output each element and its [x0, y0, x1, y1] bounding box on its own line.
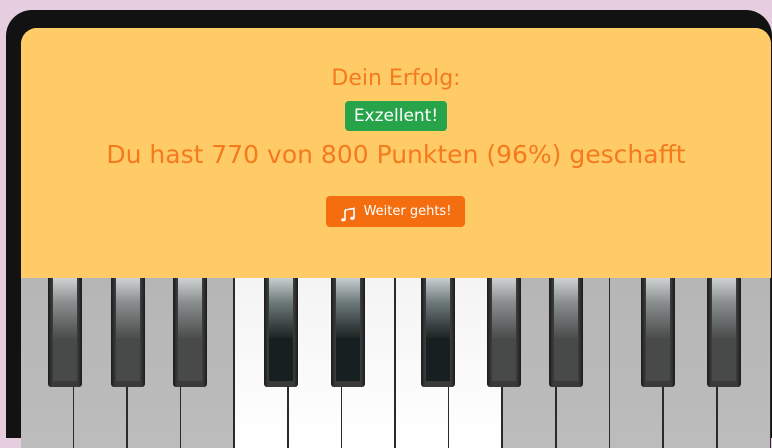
result-headline: Dein Erfolg:: [331, 66, 461, 91]
black-key[interactable]: [173, 278, 207, 387]
app-screen: Dein Erfolg: Exzellent! Du hast 770 von …: [21, 28, 771, 448]
black-key[interactable]: [331, 278, 365, 387]
device-frame: Dein Erfolg: Exzellent! Du hast 770 von …: [6, 10, 772, 448]
black-key[interactable]: [48, 278, 82, 387]
black-key[interactable]: [641, 278, 675, 387]
black-key[interactable]: [421, 278, 455, 387]
music-note-icon: [340, 204, 356, 221]
black-key[interactable]: [264, 278, 298, 387]
score-text: Du hast 770 von 800 Punkten (96%) gescha…: [106, 140, 686, 169]
black-key[interactable]: [111, 278, 145, 387]
continue-button[interactable]: Weiter gehts!: [326, 196, 465, 227]
black-key[interactable]: [707, 278, 741, 387]
black-key[interactable]: [549, 278, 583, 387]
result-panel: Dein Erfolg: Exzellent! Du hast 770 von …: [21, 28, 771, 278]
black-key[interactable]: [487, 278, 521, 387]
continue-button-label: Weiter gehts!: [363, 204, 452, 219]
piano-keyboard: [21, 278, 771, 448]
rating-badge: Exzellent!: [345, 101, 447, 131]
